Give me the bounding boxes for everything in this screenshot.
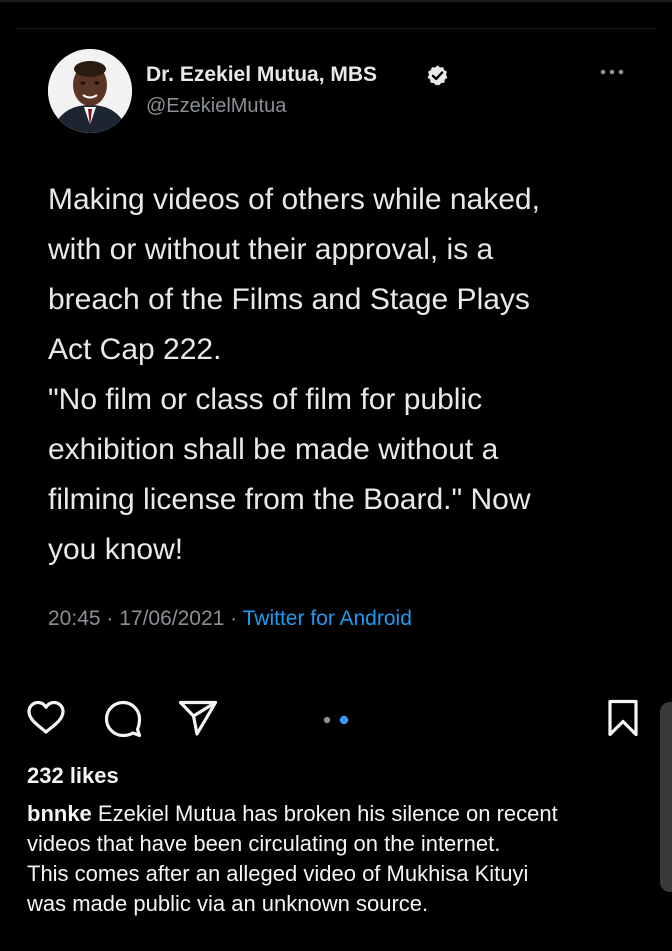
tweet-text-line: you know!: [48, 533, 184, 566]
carousel-dot-active[interactable]: [339, 715, 349, 725]
tweet-text: Making videos of others while naked, wit…: [48, 175, 638, 575]
caption-text: Ezekiel Mutua has broken his silence on …: [91, 801, 558, 826]
tweet-time[interactable]: 20:45: [48, 607, 101, 630]
tweet-text-line: exhibition shall be made without a: [48, 433, 499, 466]
tweet-text-line: with or without their approval, is a: [48, 233, 494, 266]
verified-badge-icon: [427, 65, 448, 86]
caption-line: bnnke Ezekiel Mutua has broken his silen…: [27, 799, 657, 829]
tweet-text-line: breach of the Films and Stage Plays: [48, 283, 530, 316]
carousel-dot[interactable]: [323, 716, 331, 724]
caption-line: videos that have been circulating on the…: [27, 831, 501, 856]
tweet-meta: 20:45 · 17/06/2021 · Twitter for Android: [48, 607, 412, 631]
post-caption: bnnke Ezekiel Mutua has broken his silen…: [27, 799, 657, 919]
caption-line: was made public via an unknown source.: [27, 891, 429, 916]
likes-count[interactable]: 232 likes: [27, 763, 119, 789]
caption-line: This comes after an alleged video of Muk…: [27, 861, 529, 886]
comment-icon[interactable]: [101, 696, 145, 740]
tweet-date[interactable]: 17/06/2021: [119, 607, 224, 630]
more-icon[interactable]: [598, 67, 626, 77]
bookmark-icon[interactable]: [601, 696, 645, 740]
author-handle[interactable]: @EzekielMutua: [146, 95, 286, 118]
tweet-text-line: Making videos of others while naked,: [48, 183, 540, 216]
tweet-text-line: Act Cap 222.: [48, 333, 222, 366]
scroll-handle[interactable]: [660, 702, 672, 892]
tweet-text-line: filming license from the Board." Now: [48, 483, 531, 516]
author-name[interactable]: Dr. Ezekiel Mutua, MBS: [146, 63, 377, 87]
meta-separator: ·: [224, 607, 243, 630]
carousel-dots: [323, 715, 349, 725]
tweet-text-line: "No film or class of film for public: [48, 383, 483, 416]
avatar[interactable]: [48, 49, 132, 133]
tweet-source[interactable]: Twitter for Android: [243, 607, 412, 630]
meta-separator: ·: [100, 607, 120, 630]
send-icon[interactable]: [176, 696, 220, 740]
heart-icon[interactable]: [24, 696, 68, 740]
top-divider: [0, 0, 672, 2]
caption-username[interactable]: bnnke: [27, 801, 92, 826]
avatar-image: [48, 49, 132, 133]
tweet-card[interactable]: Dr. Ezekiel Mutua, MBS @EzekielMutua Mak…: [16, 28, 656, 681]
